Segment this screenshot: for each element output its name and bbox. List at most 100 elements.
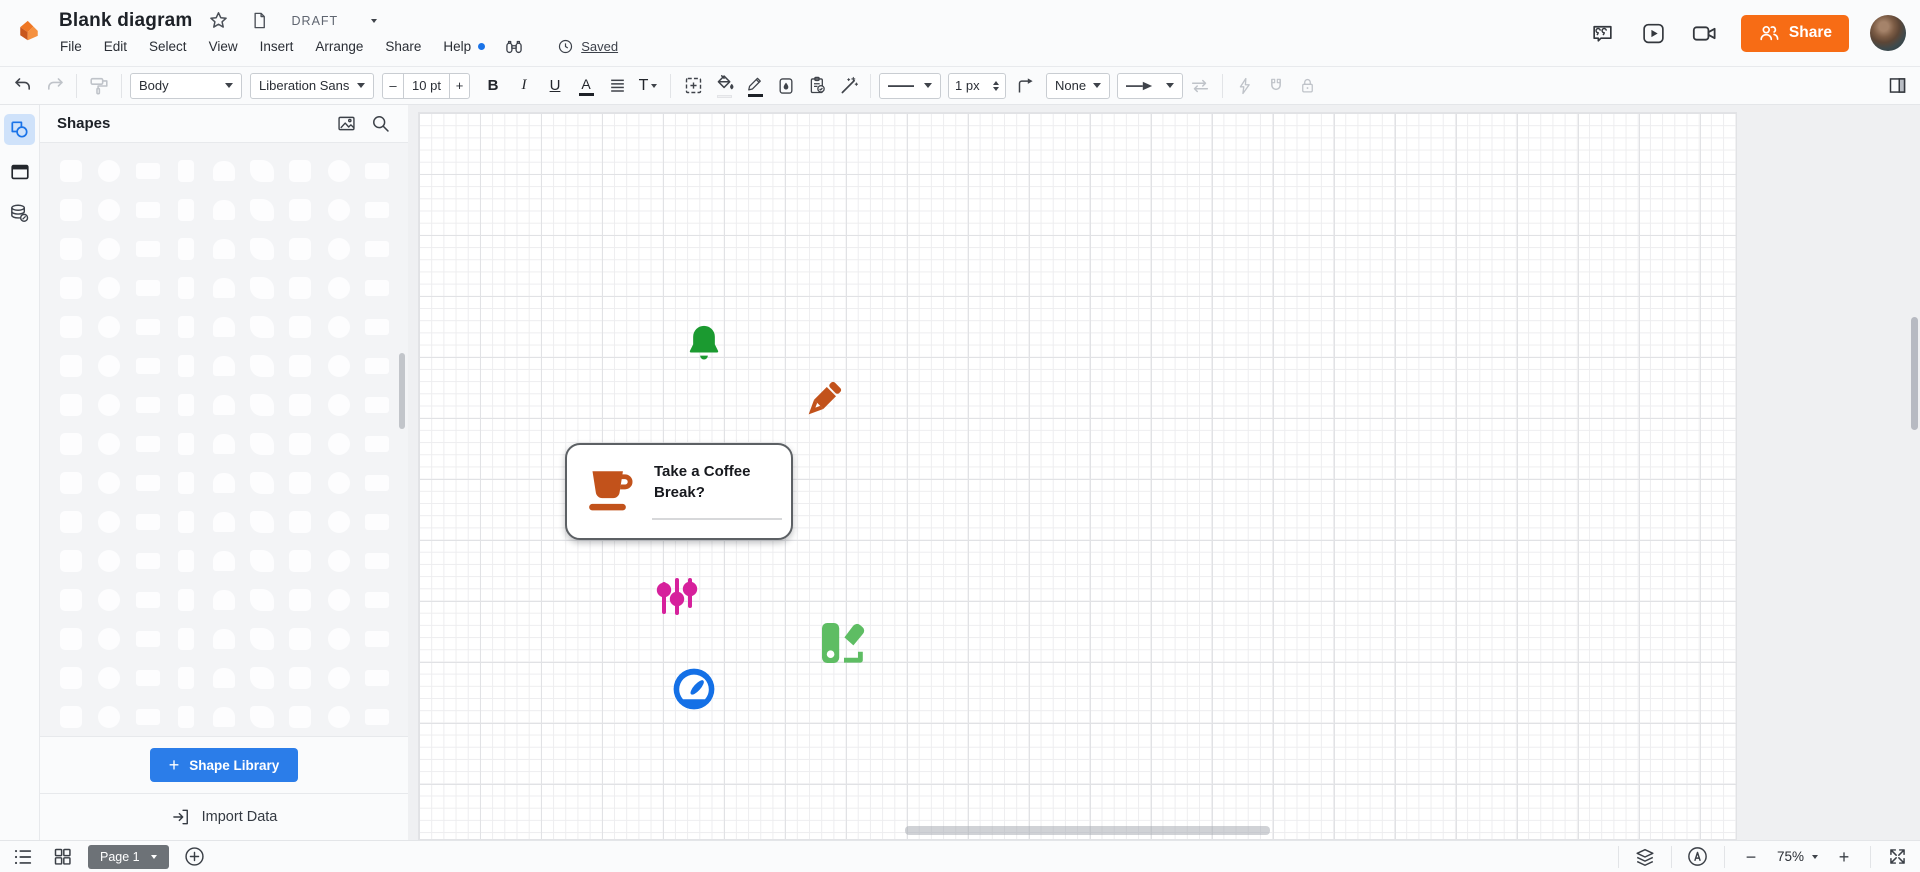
sliders-shape[interactable]	[653, 575, 701, 623]
line-width-stepper[interactable]: 1 px	[948, 73, 1006, 99]
magnetize-button[interactable]	[1262, 72, 1290, 100]
shape-thumbnail[interactable]	[178, 706, 194, 728]
shape-thumbnail[interactable]	[289, 316, 311, 338]
shape-thumbnail[interactable]	[178, 628, 194, 650]
shape-thumbnail[interactable]	[289, 667, 311, 689]
contain-shape-button[interactable]	[679, 72, 707, 100]
shape-thumbnail[interactable]	[328, 355, 350, 377]
shapes-panel-tab[interactable]	[4, 114, 35, 145]
document-title[interactable]: Blank diagram	[59, 10, 193, 32]
shape-thumbnail[interactable]	[250, 199, 274, 221]
shape-thumbnail[interactable]	[136, 670, 160, 686]
shape-thumbnail[interactable]	[213, 356, 235, 376]
text-align-button[interactable]	[603, 72, 631, 100]
shape-thumbnail[interactable]	[60, 160, 82, 182]
shape-thumbnail[interactable]	[178, 511, 194, 533]
shape-thumbnail[interactable]	[250, 706, 274, 728]
shape-thumbnail[interactable]	[328, 511, 350, 533]
import-data-button[interactable]: Import Data	[40, 793, 408, 840]
shape-thumbnail[interactable]	[178, 160, 194, 182]
shape-thumbnail[interactable]	[213, 434, 235, 454]
shape-thumbnail[interactable]	[178, 238, 194, 260]
shape-thumbnail[interactable]	[60, 316, 82, 338]
shape-thumbnail[interactable]	[365, 358, 389, 374]
canvas-vertical-scrollbar[interactable]	[1911, 317, 1918, 430]
shape-thumbnail[interactable]	[365, 241, 389, 257]
shape-thumbnail[interactable]	[98, 667, 120, 689]
shape-thumbnail[interactable]	[213, 473, 235, 493]
shape-thumbnail[interactable]	[98, 628, 120, 650]
italic-button[interactable]: I	[510, 72, 538, 100]
shape-thumbnail[interactable]	[250, 277, 274, 299]
font-size-increase-button[interactable]: +	[449, 74, 469, 98]
menu-share[interactable]: Share	[374, 39, 432, 54]
shape-thumbnail[interactable]	[213, 200, 235, 220]
comments-icon[interactable]	[1588, 18, 1618, 48]
user-avatar[interactable]	[1870, 15, 1906, 51]
menu-view[interactable]: View	[198, 39, 249, 54]
shape-thumbnail[interactable]	[178, 589, 194, 611]
zoom-out-button[interactable]: −	[1738, 844, 1764, 870]
shape-thumbnail[interactable]	[60, 667, 82, 689]
shadow-button[interactable]	[772, 72, 800, 100]
shape-thumbnail[interactable]	[250, 667, 274, 689]
shape-thumbnail[interactable]	[250, 316, 274, 338]
shape-thumbnail[interactable]	[250, 433, 274, 455]
layers-button[interactable]	[1632, 844, 1658, 870]
format-painter-button[interactable]	[85, 72, 113, 100]
line-color-button[interactable]	[741, 72, 769, 100]
shape-thumbnail[interactable]	[365, 709, 389, 725]
shape-thumbnail[interactable]	[289, 433, 311, 455]
feature-find-binoculars-icon[interactable]	[499, 32, 529, 62]
frames-panel-tab[interactable]	[4, 156, 35, 187]
saved-label[interactable]: Saved	[581, 39, 618, 54]
undo-button[interactable]	[9, 72, 37, 100]
play-tutorial-icon[interactable]	[1639, 18, 1669, 48]
menu-insert[interactable]: Insert	[249, 39, 305, 54]
menu-edit[interactable]: Edit	[93, 39, 138, 54]
shape-thumbnail[interactable]	[289, 160, 311, 182]
shape-thumbnail[interactable]	[250, 238, 274, 260]
shape-thumbnail[interactable]	[365, 631, 389, 647]
line-width-spin-buttons[interactable]	[993, 81, 999, 91]
shape-thumbnail[interactable]	[250, 589, 274, 611]
zoom-level-dropdown[interactable]: 75%	[1773, 849, 1822, 864]
menu-file[interactable]: File	[59, 39, 93, 54]
shape-thumbnail[interactable]	[60, 355, 82, 377]
shape-library-button[interactable]: + Shape Library	[150, 748, 299, 782]
draft-caret-down-icon[interactable]	[371, 19, 377, 23]
shape-thumbnail[interactable]	[289, 628, 311, 650]
favorite-star-icon[interactable]	[204, 6, 234, 36]
quick-actions-button[interactable]	[1231, 72, 1259, 100]
text-options-button[interactable]: T	[634, 72, 662, 100]
shape-thumbnail[interactable]	[289, 355, 311, 377]
add-page-button[interactable]	[182, 844, 208, 870]
lucid-logo-icon[interactable]	[14, 19, 44, 49]
shape-thumbnail[interactable]	[98, 160, 120, 182]
shape-thumbnail[interactable]	[178, 472, 194, 494]
shape-thumbnail[interactable]	[136, 436, 160, 452]
shape-thumbnail[interactable]	[328, 433, 350, 455]
shape-thumbnail[interactable]	[328, 589, 350, 611]
shape-thumbnail[interactable]	[178, 277, 194, 299]
line-style-dropdown[interactable]	[879, 73, 941, 99]
bold-button[interactable]: B	[479, 72, 507, 100]
shape-thumbnail[interactable]	[98, 433, 120, 455]
shape-thumbnail[interactable]	[289, 589, 311, 611]
shape-thumbnail[interactable]	[365, 592, 389, 608]
shape-thumbnail[interactable]	[213, 707, 235, 727]
shape-thumbnail[interactable]	[289, 472, 311, 494]
shape-thumbnail[interactable]	[289, 394, 311, 416]
palette-shape[interactable]	[816, 619, 868, 667]
font-family-dropdown[interactable]: Liberation Sans	[250, 73, 374, 99]
fill-color-button[interactable]	[710, 72, 738, 100]
shape-thumbnail[interactable]	[250, 160, 274, 182]
shape-thumbnail[interactable]	[60, 394, 82, 416]
shape-thumbnail[interactable]	[328, 667, 350, 689]
share-button[interactable]: Share	[1741, 15, 1849, 52]
data-linking-panel-tab[interactable]	[4, 198, 35, 229]
accessibility-check-button[interactable]	[1685, 844, 1711, 870]
shape-thumbnail[interactable]	[98, 472, 120, 494]
shape-thumbnail[interactable]	[328, 472, 350, 494]
shape-thumbnail[interactable]	[60, 706, 82, 728]
